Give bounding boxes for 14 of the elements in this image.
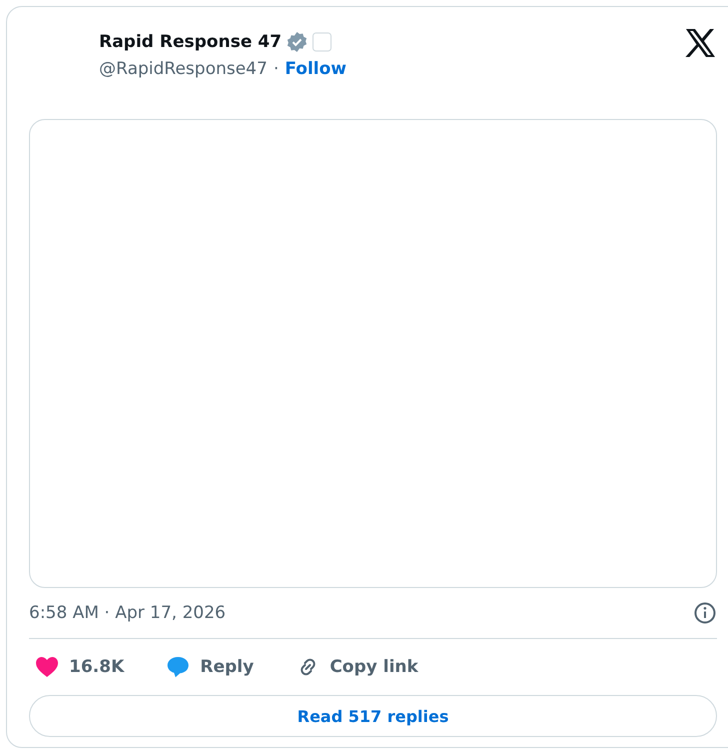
- info-icon[interactable]: [693, 601, 717, 625]
- reply-button[interactable]: Reply: [160, 651, 260, 683]
- separator-dot: ·: [273, 59, 279, 79]
- copy-link-button[interactable]: Copy link: [290, 651, 424, 683]
- heart-icon: [35, 656, 59, 678]
- square-icon: [312, 32, 332, 52]
- timestamp: 6:58 AM · Apr 17, 2026: [29, 603, 226, 623]
- x-logo-icon[interactable]: [685, 29, 715, 57]
- like-button[interactable]: 16.8K: [29, 652, 130, 682]
- follow-link[interactable]: Follow: [284, 59, 347, 79]
- speech-bubble-icon: [166, 655, 190, 679]
- author-name: Rapid Response 47: [99, 32, 282, 52]
- read-replies-button[interactable]: Read 517 replies: [29, 695, 717, 737]
- author-handle: @RapidResponse47: [99, 59, 268, 79]
